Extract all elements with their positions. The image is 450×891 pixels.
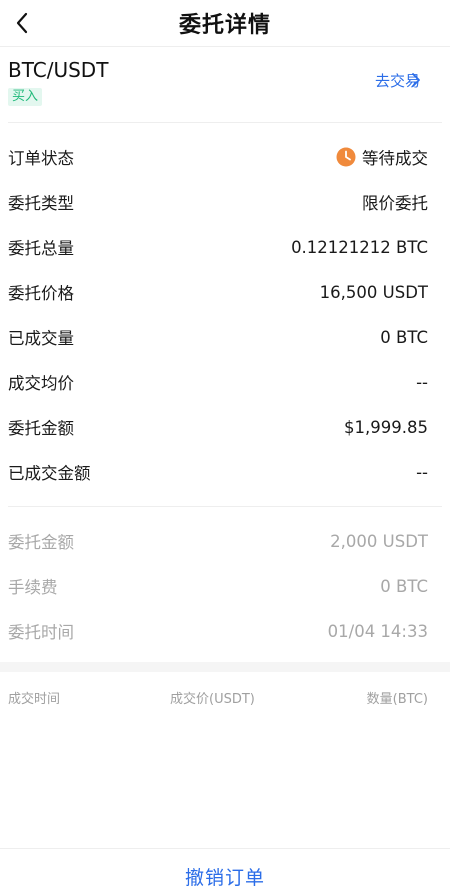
detail-label: 委托价格: [8, 284, 74, 303]
chevron-left-icon: [16, 12, 28, 34]
cancel-order-button[interactable]: 撤销订单: [0, 862, 450, 891]
detail-row-filled-value: 已成交金额 --: [8, 458, 428, 486]
detail-row-filled-qty: 已成交量 0 BTC: [8, 323, 428, 351]
page-title: 委托详情: [178, 13, 271, 38]
detail-value: --: [416, 372, 428, 392]
order-side-badge: 买入: [8, 88, 43, 106]
detail-label: 委托类型: [8, 194, 74, 213]
back-button[interactable]: [4, 5, 40, 41]
detail-value: 0 BTC: [380, 327, 428, 347]
detail-row-price: 委托价格 16,500 USDT: [8, 278, 428, 306]
detail-row-total-amount: 委托总量 0.12121212 BTC: [8, 233, 428, 261]
extra-value: 0 BTC: [380, 576, 428, 596]
detail-row-status: 订单状态 等待成交: [8, 143, 428, 171]
detail-label: 订单状态: [8, 149, 74, 168]
header-divider: [0, 46, 450, 47]
trading-pair: BTC/USDT: [8, 58, 109, 82]
column-header-quantity: 数量(BTC): [366, 692, 428, 707]
detail-value: 16,500 USDT: [319, 282, 428, 302]
column-header-time: 成交时间: [8, 692, 61, 707]
column-header-price: 成交价(USDT): [170, 692, 255, 707]
detail-label: 成交均价: [8, 374, 74, 393]
extra-row-order-time: 委托时间 01/04 14:33: [8, 617, 428, 645]
detail-label: 已成交量: [8, 329, 74, 348]
detail-label: 已成交金额: [8, 464, 91, 483]
detail-value: 0.12121212 BTC: [291, 237, 428, 257]
extra-label: 委托时间: [8, 623, 74, 642]
extra-row-order-value: 委托金额 2,000 USDT: [8, 527, 428, 555]
pair-divider: [8, 122, 442, 123]
clock-icon: [336, 147, 356, 167]
detail-row-order-value: 委托金额 $1,999.85: [8, 413, 428, 441]
detail-value: 限价委托: [362, 194, 428, 213]
detail-value: $1,999.85: [344, 417, 428, 437]
section-divider: [8, 506, 442, 507]
section-separator: [0, 662, 450, 672]
extra-label: 手续费: [8, 578, 58, 597]
detail-row-order-type: 委托类型 限价委托: [8, 188, 428, 216]
bottom-divider: [0, 848, 450, 849]
extra-value: 01/04 14:33: [327, 621, 428, 641]
chevron-right-icon[interactable]: [410, 70, 422, 90]
detail-row-avg-price: 成交均价 --: [8, 368, 428, 396]
detail-value: --: [416, 462, 428, 482]
extra-row-fee: 手续费 0 BTC: [8, 572, 428, 600]
status-value: 等待成交: [336, 145, 428, 169]
top-bar: 委托详情: [0, 0, 450, 46]
detail-value: 等待成交: [362, 149, 428, 168]
extra-label: 委托金额: [8, 533, 74, 552]
trades-table-header: 成交时间 成交价(USDT) 数量(BTC): [8, 688, 428, 710]
detail-label: 委托金额: [8, 419, 74, 438]
extra-value: 2,000 USDT: [330, 531, 428, 551]
detail-label: 委托总量: [8, 239, 74, 258]
